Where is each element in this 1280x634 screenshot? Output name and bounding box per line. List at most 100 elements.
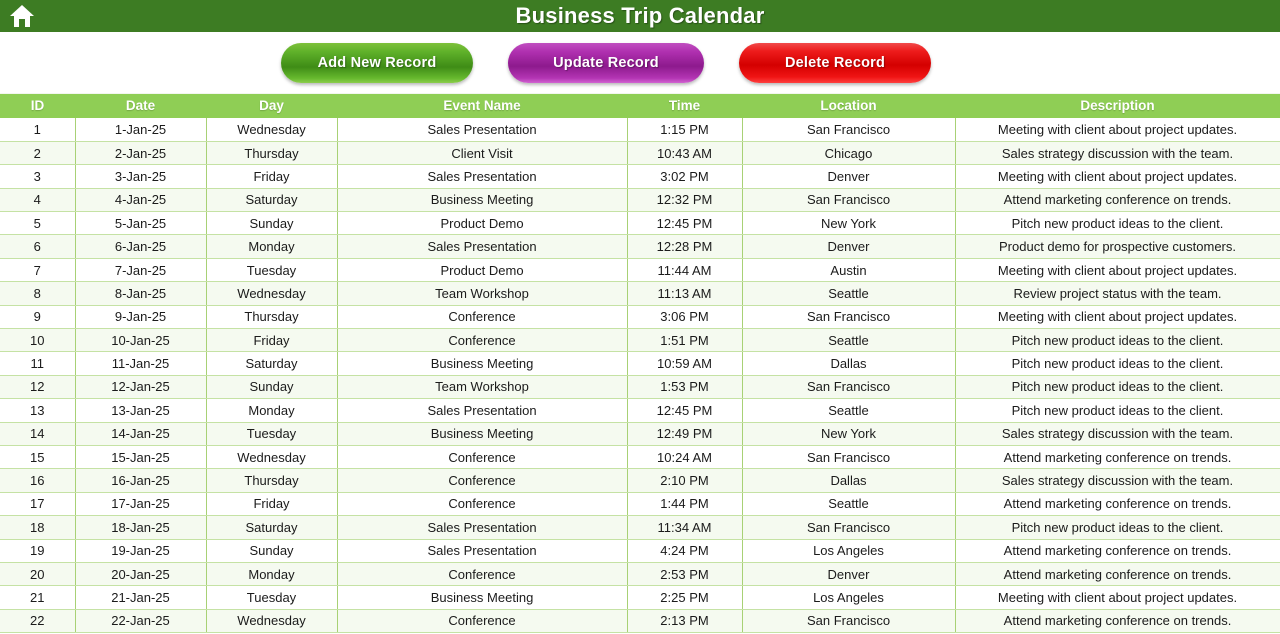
cell-description[interactable]: Meeting with client about project update… — [955, 585, 1280, 610]
cell-date[interactable]: 7-Jan-25 — [75, 258, 207, 283]
cell-id[interactable]: 22 — [0, 609, 76, 634]
cell-description[interactable]: Pitch new product ideas to the client. — [955, 211, 1280, 236]
cell-time[interactable]: 12:28 PM — [627, 234, 743, 259]
cell-description[interactable]: Meeting with client about project update… — [955, 258, 1280, 283]
cell-time[interactable]: 11:44 AM — [627, 258, 743, 283]
cell-location[interactable]: Seattle — [742, 398, 956, 423]
cell-description[interactable]: Review project status with the team. — [955, 281, 1280, 306]
cell-date[interactable]: 5-Jan-25 — [75, 211, 207, 236]
cell-description[interactable]: Meeting with client about project update… — [955, 305, 1280, 330]
delete-record-button[interactable]: Delete Record — [739, 42, 931, 83]
table-row[interactable]: 11 11-Jan-25 Saturday Business Meeting 10:59… — [0, 351, 1280, 376]
cell-location[interactable]: Denver — [742, 234, 956, 259]
cell-event-name[interactable]: Sales Presentation — [337, 539, 628, 563]
cell-day[interactable]: Friday — [206, 328, 338, 353]
cell-event-name[interactable]: Business Meeting — [337, 351, 628, 376]
table-row[interactable]: 8 8-Jan-25 Wednesday Team Workshop 11:13 AM S… — [0, 281, 1280, 306]
cell-event-name[interactable]: Sales Presentation — [337, 398, 628, 423]
cell-id[interactable]: 5 — [0, 211, 76, 236]
cell-time[interactable]: 11:34 AM — [627, 515, 743, 540]
cell-time[interactable]: 3:06 PM — [627, 305, 743, 330]
cell-location[interactable]: San Francisco — [742, 375, 956, 400]
cell-time[interactable]: 2:13 PM — [627, 609, 743, 634]
home-icon[interactable] — [6, 0, 38, 32]
cell-description[interactable]: Pitch new product ideas to the client. — [955, 328, 1280, 353]
column-header-date[interactable]: Date — [75, 94, 206, 118]
table-row[interactable]: 5 5-Jan-25 Sunday Product Demo 12:45 PM New Y… — [0, 211, 1280, 236]
table-row[interactable]: 21 21-Jan-25 Tuesday Business Meeting 2:25 P… — [0, 585, 1280, 610]
table-row[interactable]: 16 16-Jan-25 Thursday Conference 2:10 PM Dall… — [0, 468, 1280, 493]
cell-time[interactable]: 12:45 PM — [627, 398, 743, 423]
cell-id[interactable]: 2 — [0, 141, 76, 166]
cell-id[interactable]: 18 — [0, 515, 76, 540]
cell-description[interactable]: Meeting with client about project update… — [955, 164, 1280, 189]
cell-location[interactable]: Los Angeles — [742, 585, 956, 610]
column-header-location[interactable]: Location — [742, 94, 955, 118]
cell-location[interactable]: Dallas — [742, 468, 956, 493]
cell-event-name[interactable]: Conference — [337, 492, 628, 517]
cell-location[interactable]: Seattle — [742, 281, 956, 306]
cell-description[interactable]: Pitch new product ideas to the client. — [955, 375, 1280, 400]
cell-id[interactable]: 9 — [0, 305, 76, 330]
cell-time[interactable]: 12:45 PM — [627, 211, 743, 236]
cell-day[interactable]: Sunday — [206, 375, 338, 400]
column-header-description[interactable]: Description — [955, 94, 1280, 118]
cell-description[interactable]: Pitch new product ideas to the client. — [955, 398, 1280, 423]
cell-date[interactable]: 14-Jan-25 — [75, 422, 207, 446]
cell-time[interactable]: 2:25 PM — [627, 585, 743, 610]
column-header-day[interactable]: Day — [206, 94, 337, 118]
table-row[interactable]: 20 20-Jan-25 Monday Conference 2:53 PM Denver… — [0, 562, 1280, 587]
cell-day[interactable]: Tuesday — [206, 585, 338, 610]
cell-description[interactable]: Attend marketing conference on trends. — [955, 492, 1280, 517]
table-row[interactable]: 6 6-Jan-25 Monday Sales Presentation 12:28 P… — [0, 234, 1280, 259]
column-header-time[interactable]: Time — [627, 94, 742, 118]
cell-description[interactable]: Product demo for prospective customers. — [955, 234, 1280, 259]
cell-id[interactable]: 14 — [0, 422, 76, 446]
cell-id[interactable]: 10 — [0, 328, 76, 353]
cell-event-name[interactable]: Team Workshop — [337, 281, 628, 306]
cell-id[interactable]: 12 — [0, 375, 76, 400]
cell-event-name[interactable]: Conference — [337, 445, 628, 470]
cell-id[interactable]: 6 — [0, 234, 76, 259]
cell-description[interactable]: Attend marketing conference on trends. — [955, 562, 1280, 587]
cell-day[interactable]: Monday — [206, 562, 338, 587]
cell-id[interactable]: 13 — [0, 398, 76, 423]
cell-date[interactable]: 13-Jan-25 — [75, 398, 207, 423]
cell-time[interactable]: 3:02 PM — [627, 164, 743, 189]
table-row[interactable]: 4 4-Jan-25 Saturday Business Meeting 12:32 P… — [0, 188, 1280, 213]
cell-date[interactable]: 3-Jan-25 — [75, 164, 207, 189]
cell-date[interactable]: 19-Jan-25 — [75, 539, 207, 563]
cell-day[interactable]: Thursday — [206, 305, 338, 330]
column-header-event-name[interactable]: Event Name — [337, 94, 627, 118]
cell-description[interactable]: Sales strategy discussion with the team. — [955, 468, 1280, 493]
table-row[interactable]: 17 17-Jan-25 Friday Conference 1:44 PM Seattl… — [0, 492, 1280, 517]
table-row[interactable]: 19 19-Jan-25 Sunday Sales Presentation 4:24 … — [0, 539, 1280, 563]
cell-day[interactable]: Sunday — [206, 539, 338, 563]
cell-time[interactable]: 12:49 PM — [627, 422, 743, 446]
cell-event-name[interactable]: Business Meeting — [337, 188, 628, 213]
table-row[interactable]: 13 13-Jan-25 Monday Sales Presentation 12:45… — [0, 398, 1280, 423]
cell-location[interactable]: Seattle — [742, 328, 956, 353]
cell-day[interactable]: Wednesday — [206, 281, 338, 306]
cell-day[interactable]: Saturday — [206, 351, 338, 376]
cell-event-name[interactable]: Sales Presentation — [337, 515, 628, 540]
table-row[interactable]: 18 18-Jan-25 Saturday Sales Presentation 11:… — [0, 515, 1280, 540]
cell-description[interactable]: Sales strategy discussion with the team. — [955, 141, 1280, 166]
cell-event-name[interactable]: Conference — [337, 609, 628, 634]
cell-location[interactable]: Denver — [742, 562, 956, 587]
cell-event-name[interactable]: Team Workshop — [337, 375, 628, 400]
cell-location[interactable]: New York — [742, 422, 956, 446]
cell-day[interactable]: Wednesday — [206, 118, 338, 142]
cell-id[interactable]: 7 — [0, 258, 76, 283]
cell-location[interactable]: Denver — [742, 164, 956, 189]
cell-id[interactable]: 8 — [0, 281, 76, 306]
cell-location[interactable]: New York — [742, 211, 956, 236]
cell-time[interactable]: 11:13 AM — [627, 281, 743, 306]
cell-day[interactable]: Monday — [206, 234, 338, 259]
cell-day[interactable]: Saturday — [206, 515, 338, 540]
cell-event-name[interactable]: Product Demo — [337, 211, 628, 236]
cell-day[interactable]: Thursday — [206, 468, 338, 493]
cell-id[interactable]: 20 — [0, 562, 76, 587]
cell-date[interactable]: 12-Jan-25 — [75, 375, 207, 400]
cell-description[interactable]: Pitch new product ideas to the client. — [955, 351, 1280, 376]
